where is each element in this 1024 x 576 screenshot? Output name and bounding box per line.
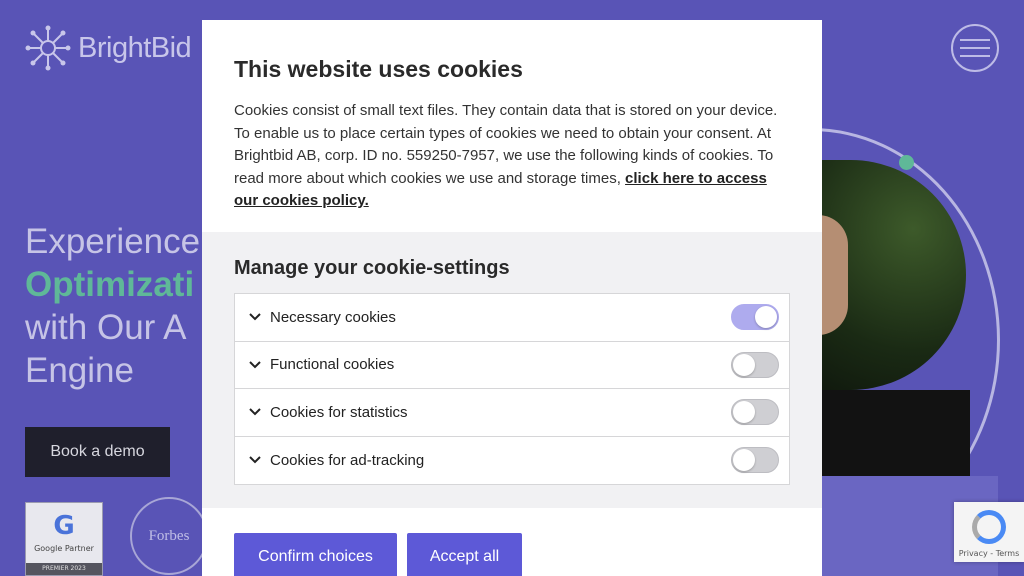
chevron-down-icon[interactable] bbox=[249, 454, 261, 466]
brightbid-logo[interactable]: BrightBid bbox=[24, 24, 192, 72]
logo-icon bbox=[25, 25, 71, 71]
orbit-dot bbox=[899, 155, 914, 170]
cookie-category-list: Necessary cookies Functional cookies Coo… bbox=[234, 293, 790, 485]
google-icon: G bbox=[53, 511, 75, 541]
recaptcha-text[interactable]: Privacy - Terms bbox=[959, 549, 1020, 558]
hero-photo-shirt bbox=[800, 390, 970, 476]
google-badge-title: Google Partner bbox=[34, 544, 94, 553]
cookie-row-label: Cookies for statistics bbox=[270, 403, 408, 421]
google-partner-badge: G Google Partner PREMIER 2023 bbox=[25, 502, 103, 576]
logo-text: BrightBid bbox=[78, 31, 192, 64]
book-demo-button[interactable]: Book a demo bbox=[25, 427, 170, 477]
cookie-row-statistics[interactable]: Cookies for statistics bbox=[235, 389, 789, 437]
modal-title: This website uses cookies bbox=[234, 56, 523, 82]
chevron-down-icon[interactable] bbox=[249, 311, 261, 323]
accept-all-button[interactable]: Accept all bbox=[407, 533, 522, 576]
hero-line-accent: Optimizati bbox=[25, 265, 195, 304]
chevron-down-icon[interactable] bbox=[249, 359, 261, 371]
hero-heading: Experience Optimizati with Our A Engine bbox=[25, 220, 200, 392]
functional-cookies-toggle[interactable] bbox=[731, 351, 779, 378]
chevron-down-icon[interactable] bbox=[249, 406, 261, 418]
hero-photo-face bbox=[818, 215, 848, 335]
recaptcha-icon bbox=[972, 510, 1006, 544]
cookie-row-label: Cookies for ad-tracking bbox=[270, 451, 425, 469]
settings-title: Manage your cookie-settings bbox=[234, 257, 510, 279]
cookie-row-ad-tracking[interactable]: Cookies for ad-tracking bbox=[235, 437, 789, 485]
hero-line: Engine bbox=[25, 351, 134, 390]
cookie-row-necessary[interactable]: Necessary cookies bbox=[235, 294, 789, 342]
menu-icon[interactable] bbox=[951, 24, 999, 72]
ad-tracking-cookies-toggle[interactable] bbox=[731, 447, 779, 474]
cookie-row-functional[interactable]: Functional cookies bbox=[235, 342, 789, 389]
modal-actions: Confirm choices Accept all bbox=[234, 533, 522, 576]
confirm-choices-button[interactable]: Confirm choices bbox=[234, 533, 397, 576]
cookie-row-label: Functional cookies bbox=[270, 356, 395, 374]
hero-line: with Our A bbox=[25, 308, 187, 347]
hero-line: Experience bbox=[25, 222, 201, 261]
cookie-row-label: Necessary cookies bbox=[270, 308, 396, 326]
forbes-badge-text: Forbes bbox=[148, 527, 190, 544]
forbes-badge: Forbes bbox=[130, 497, 208, 575]
google-badge-footer: PREMIER 2023 bbox=[26, 563, 102, 575]
cookie-consent-modal: This website uses cookies Cookies consis… bbox=[202, 20, 822, 576]
modal-description: Cookies consist of small text files. The… bbox=[234, 100, 790, 213]
recaptcha-badge[interactable]: Privacy - Terms bbox=[954, 502, 1024, 562]
necessary-cookies-toggle[interactable] bbox=[731, 304, 779, 331]
statistics-cookies-toggle[interactable] bbox=[731, 399, 779, 426]
cookie-settings-panel: Manage your cookie-settings Necessary co… bbox=[202, 232, 822, 508]
